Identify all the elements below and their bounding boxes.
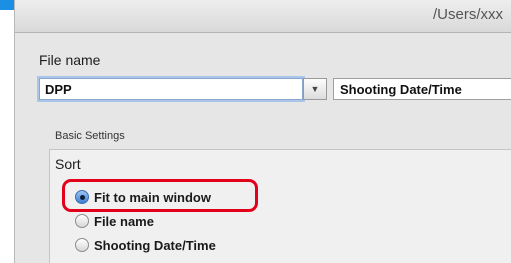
basic-settings-title: Basic Settings <box>55 130 125 142</box>
corner-accent <box>0 0 14 10</box>
sort-option-label: Shooting Date/Time <box>94 237 216 253</box>
sort-option-label: File name <box>94 213 154 229</box>
rename-window: /Users/xxx File name DPP ▼ Shooting Date… <box>14 0 511 263</box>
sort-option-file-name[interactable]: File name <box>75 211 154 231</box>
destination-path: /Users/xxx <box>432 6 503 23</box>
radio-unselected-icon[interactable] <box>75 214 89 228</box>
destination-path-bar: /Users/xxx <box>15 0 511 33</box>
sort-label: Sort <box>55 156 81 172</box>
chevron-down-icon: ▼ <box>310 84 320 94</box>
highlight-annotation <box>62 179 258 212</box>
prefix-dropdown-button[interactable]: ▼ <box>303 78 327 100</box>
file-name-format-field[interactable]: Shooting Date/Time <box>333 78 511 100</box>
sort-option-shooting-date-time[interactable]: Shooting Date/Time <box>75 235 216 255</box>
radio-unselected-icon[interactable] <box>75 238 89 252</box>
file-name-label: File name <box>39 52 101 68</box>
file-name-prefix-input[interactable]: DPP <box>39 78 303 100</box>
